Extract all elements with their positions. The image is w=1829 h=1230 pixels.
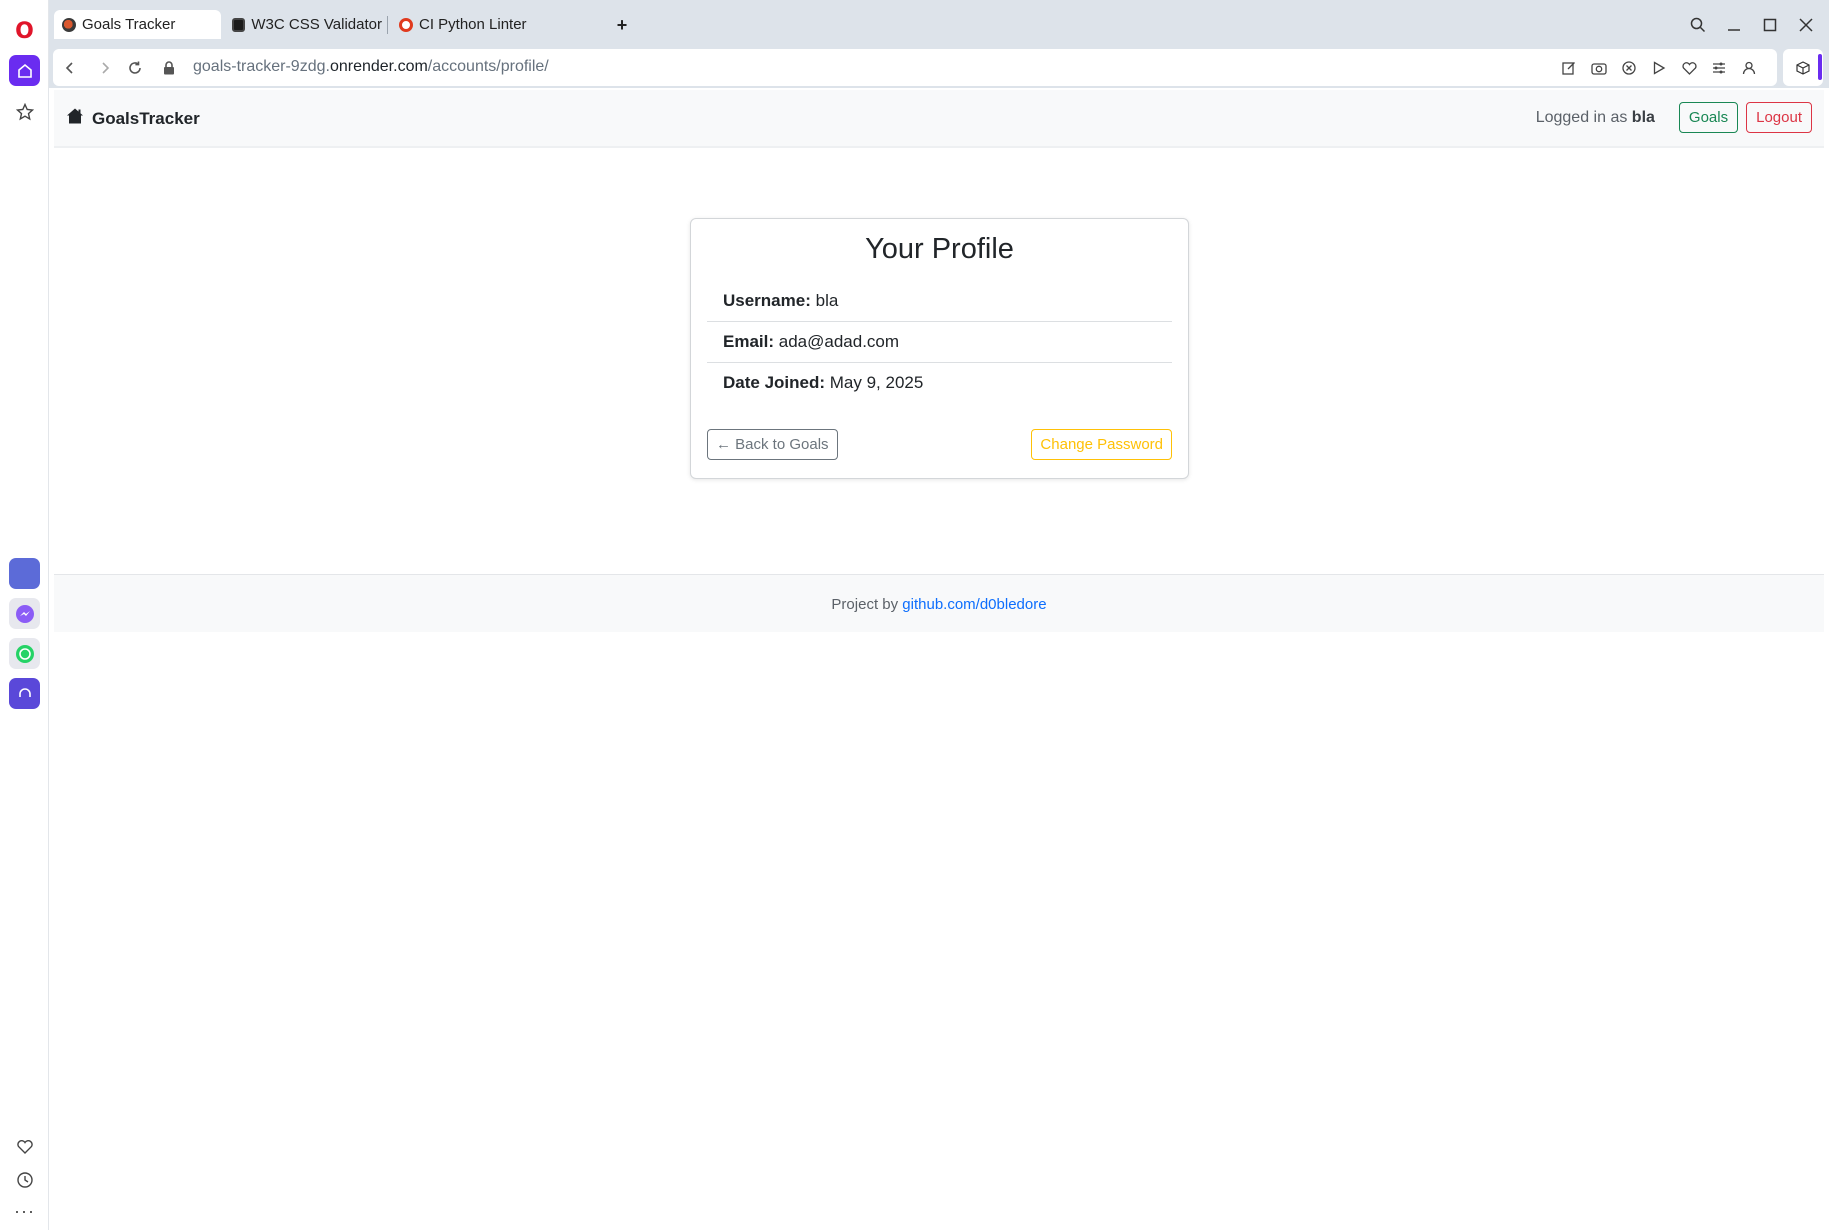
messenger-icon[interactable] — [9, 598, 40, 629]
change-password-button[interactable]: Change Password — [1031, 429, 1172, 460]
field-value: bla — [815, 291, 839, 310]
footer-text: Project by — [831, 596, 899, 613]
brand-link[interactable]: GoalsTracker — [66, 107, 200, 131]
aria-icon[interactable] — [9, 558, 40, 589]
bookmark-heart-icon[interactable] — [1679, 58, 1699, 78]
sidebar-toggle-bar[interactable] — [1818, 54, 1822, 80]
home-icon[interactable] — [9, 55, 40, 86]
w3c-favicon-icon — [232, 17, 246, 32]
camera-icon[interactable] — [1589, 58, 1609, 78]
field-value: May 9, 2025 — [829, 373, 924, 392]
field-label: Date Joined: — [723, 373, 826, 392]
browser-sidebar: O ··· — [0, 0, 49, 1230]
lock-icon[interactable] — [159, 58, 179, 78]
logout-button[interactable]: Logout — [1746, 102, 1812, 133]
logged-in-username: bla — [1631, 108, 1655, 126]
profile-row-date-joined: Date Joined: May 9, 2025 — [707, 363, 1172, 404]
address-bar[interactable]: goals-tracker-9zdg.onrender.com/accounts… — [53, 49, 1777, 86]
house-icon — [66, 107, 84, 131]
forward-arrow-icon[interactable] — [95, 58, 115, 78]
url-text[interactable]: goals-tracker-9zdg.onrender.com/accounts… — [193, 58, 549, 76]
field-label: Username: — [723, 291, 811, 310]
more-icon[interactable]: ··· — [9, 1196, 40, 1227]
easy-setup-icon[interactable] — [1709, 58, 1729, 78]
reload-icon[interactable] — [125, 58, 145, 78]
goals-button[interactable]: Goals — [1678, 102, 1739, 133]
search-tabs-icon[interactable] — [1685, 12, 1711, 38]
music-icon[interactable] — [9, 678, 40, 709]
new-tab-plus-icon[interactable]: + — [612, 15, 632, 35]
back-arrow-icon[interactable] — [60, 58, 80, 78]
back-to-goals-button[interactable]: ← Back to Goals — [707, 429, 838, 460]
adblock-icon[interactable] — [1619, 58, 1639, 78]
minimize-icon[interactable] — [1721, 12, 1747, 38]
tab-goals-tracker[interactable]: Goals Tracker — [54, 10, 221, 39]
tab-w3c-css-validator[interactable]: W3C CSS Validator — [224, 10, 382, 39]
whatsapp-icon[interactable] — [9, 638, 40, 669]
goals-favicon-icon — [62, 17, 76, 32]
play-icon[interactable] — [1649, 58, 1669, 78]
address-bar-area: goals-tracker-9zdg.onrender.com/accounts… — [49, 46, 1829, 88]
edit-icon[interactable] — [1559, 58, 1579, 78]
ci-favicon-icon — [399, 17, 413, 32]
github-link[interactable]: github.com/d0bledore — [902, 596, 1046, 613]
close-icon[interactable] — [1793, 12, 1819, 38]
navbar-right: Logged in as bla Goals Logout — [1536, 102, 1812, 133]
field-label: Email: — [723, 332, 775, 351]
star-icon[interactable] — [9, 96, 40, 127]
site-navbar: GoalsTracker Logged in as bla Goals Logo… — [54, 90, 1824, 148]
address-bar-actions — [1559, 58, 1759, 78]
extensions-cube-icon[interactable] — [1783, 49, 1823, 86]
page-title: Your Profile — [865, 233, 1014, 265]
opera-logo-icon[interactable]: O — [9, 16, 40, 47]
logged-in-text: Logged in as bla — [1536, 109, 1655, 127]
heart-icon[interactable] — [9, 1131, 40, 1162]
profile-card: Your Profile Username: bla Email: ada@ad… — [690, 218, 1189, 479]
url-host: onrender.com — [329, 58, 428, 75]
tab-ci-python-linter[interactable]: CI Python Linter — [391, 10, 561, 39]
tab-separator — [387, 16, 388, 34]
page-viewport: GoalsTracker Logged in as bla Goals Logo… — [54, 90, 1824, 1230]
brand-name: GoalsTracker — [92, 109, 200, 128]
logged-in-prefix: Logged in as — [1535, 108, 1628, 126]
url-path: /accounts/profile/ — [427, 58, 549, 75]
clock-icon[interactable] — [9, 1164, 40, 1195]
profile-row-username: Username: bla — [707, 281, 1172, 322]
profile-icon[interactable] — [1739, 58, 1759, 78]
tab-strip: Goals Tracker W3C CSS Validator CI Pytho… — [49, 0, 1829, 46]
maximize-icon[interactable] — [1757, 12, 1783, 38]
profile-row-email: Email: ada@adad.com — [707, 322, 1172, 363]
site-footer: Project by github.com/d0bledore — [54, 574, 1824, 632]
url-subdomain: goals-tracker-9zdg. — [193, 58, 330, 75]
field-value: ada@adad.com — [778, 332, 900, 351]
